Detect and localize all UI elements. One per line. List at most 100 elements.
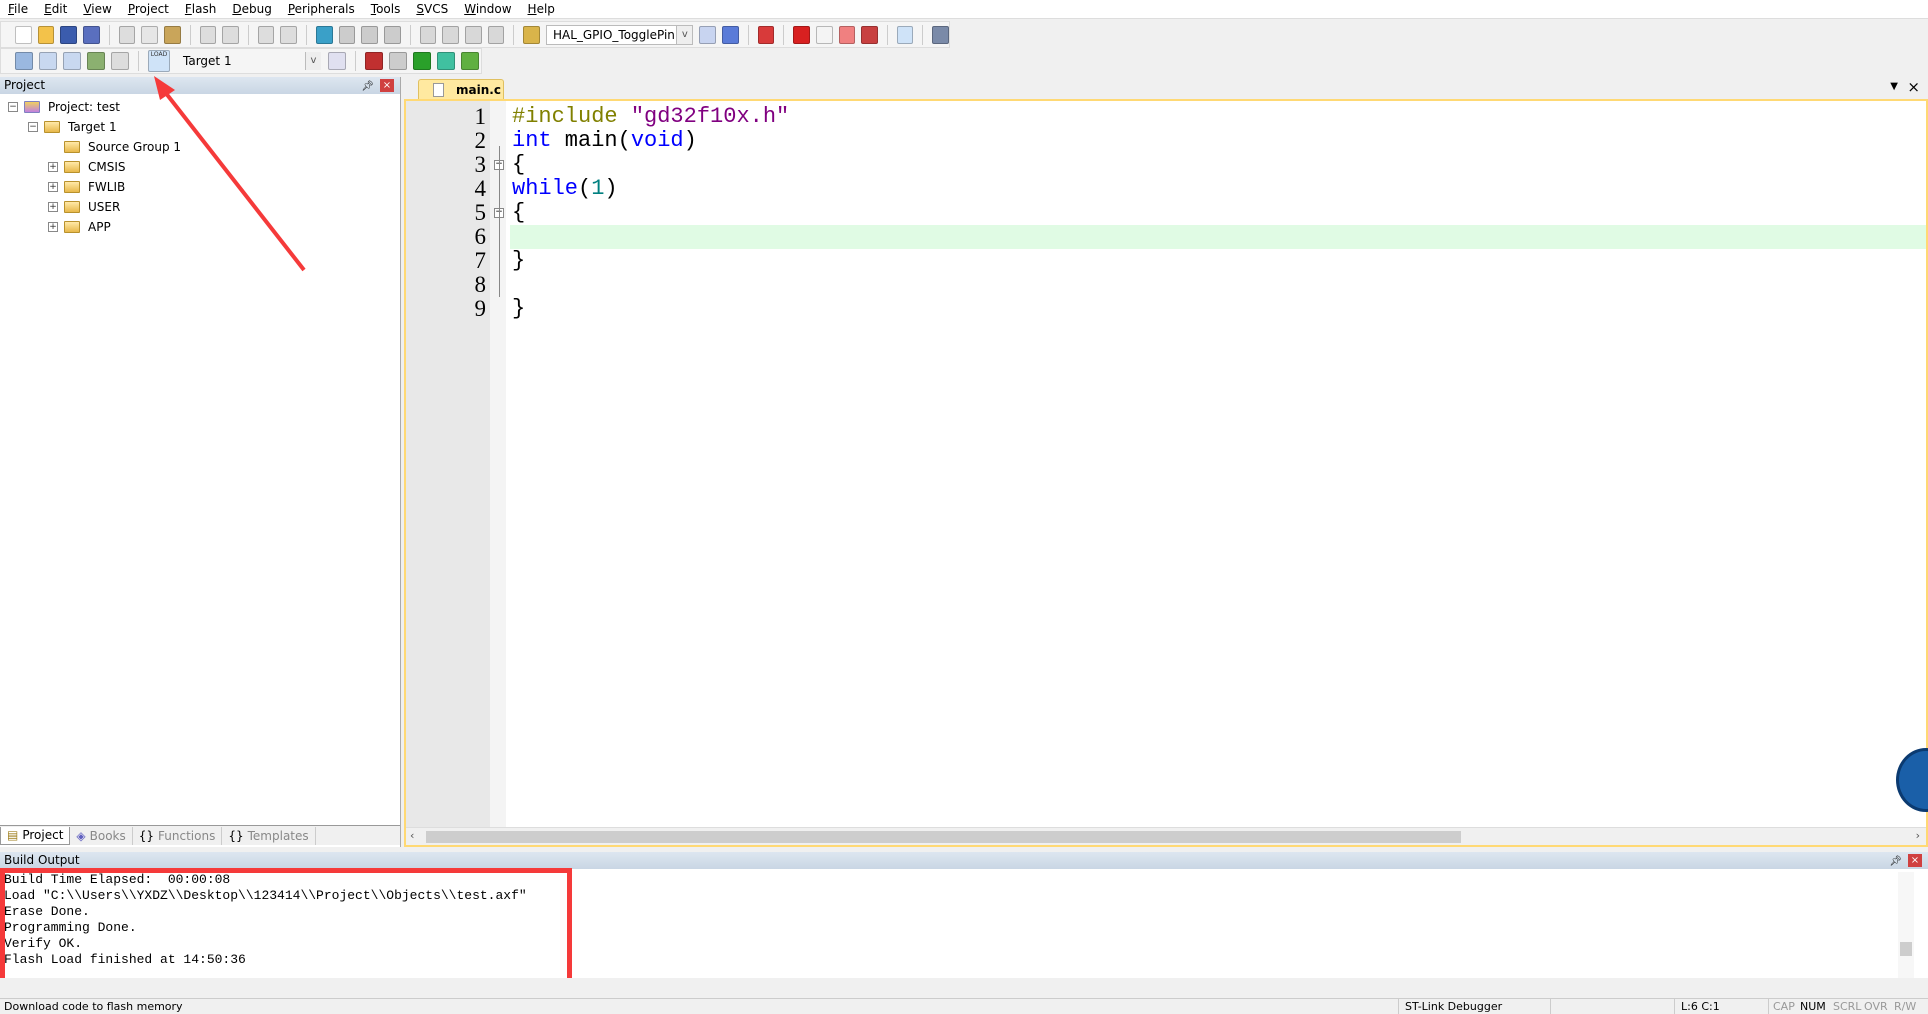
navigate-back-icon[interactable] [257,25,275,44]
status-cursor-position: L:6 C:1 [1681,1000,1720,1013]
target-options-icon[interactable] [328,52,346,70]
tree-item[interactable]: − Project: test [8,97,120,117]
open-folder-icon[interactable] [37,25,55,44]
build-output-header: Build Output 📌︎ × [0,852,1928,869]
highlight-box [0,868,572,984]
kill-all-breakpoints-icon[interactable] [861,25,878,44]
line-number: 1 [474,104,487,129]
tree-item[interactable]: + FWLIB [48,177,125,197]
collapse-icon[interactable]: − [8,102,18,112]
menu-tools[interactable]: Tools [371,2,401,16]
window-layout-icon[interactable] [896,25,914,44]
menu-flash[interactable]: Flash [185,2,216,16]
save-all-icon[interactable] [83,25,100,44]
new-file-icon[interactable] [15,25,32,44]
find-in-files-icon[interactable] [699,25,717,44]
find-combo[interactable]: HAL_GPIO_TogglePin v [545,24,694,45]
rebuild-icon[interactable] [63,52,81,70]
menu-file[interactable]: File [8,2,28,16]
tree-item[interactable]: + USER [48,197,120,217]
collapse-icon[interactable]: − [28,122,38,132]
code-line: int main(void) [512,128,697,153]
save-icon[interactable] [60,25,78,44]
pack-installer-icon[interactable] [437,52,455,70]
manage-run-time-environment-icon[interactable] [413,52,431,70]
disable-breakpoint-icon[interactable] [815,25,833,44]
copy-icon[interactable] [141,25,158,44]
close-icon[interactable]: × [380,79,394,92]
expand-icon[interactable]: + [48,222,58,232]
scrollbar-thumb[interactable] [426,831,1461,843]
uncomment-icon[interactable] [487,25,505,44]
output-horizontal-scrollbar[interactable] [0,978,1928,997]
breakpoint-icon[interactable] [793,25,810,44]
load-download-icon[interactable]: LOAD [148,50,170,72]
chevron-down-icon[interactable]: v [305,52,321,70]
project-panel-title: Project [4,78,46,92]
manage-project-items-icon[interactable] [365,52,383,70]
file-toolbar: HAL_GPIO_TogglePin v [0,21,950,48]
menu-project[interactable]: Project [128,2,169,16]
select-packs-icon[interactable] [389,52,407,70]
expand-icon[interactable]: + [48,182,58,192]
pin-icon[interactable]: 📌︎ [1889,853,1902,870]
scroll-right-icon[interactable]: › [1916,829,1920,842]
chevron-down-icon[interactable]: v [676,25,693,44]
redo-icon[interactable] [222,25,239,44]
menu-svcs[interactable]: SVCS [416,2,448,16]
clear-bookmarks-icon[interactable] [384,25,401,44]
tab-templates[interactable]: {} Templates [222,826,316,845]
batch-build-icon[interactable] [87,52,105,70]
bookmark-icon[interactable] [316,25,333,44]
menu-debug[interactable]: Debug [232,2,271,16]
tab-books[interactable]: ◈ Books [70,826,133,845]
comment-icon[interactable] [465,25,482,44]
target-combo[interactable]: Target 1 v [176,51,322,71]
unindent-icon[interactable] [442,25,460,44]
menu-view[interactable]: View [83,2,111,16]
tab-project[interactable]: ▤ Project [0,826,71,845]
line-number: 2 [474,128,487,153]
menu-window[interactable]: Window [464,2,511,16]
scrollbar-thumb[interactable] [1900,942,1912,956]
configure-icon[interactable] [932,25,950,44]
toolbar-separator [138,51,139,71]
next-bookmark-icon[interactable] [361,25,379,44]
line-number: 7 [474,248,487,273]
prev-bookmark-icon[interactable] [338,25,356,44]
toolbar-separator [886,24,888,45]
build-icon[interactable] [39,52,57,70]
close-icon[interactable]: × [1908,854,1922,867]
project-tab-icon: ▤ [7,828,19,842]
output-vertical-scrollbar[interactable] [1898,872,1914,978]
tree-item[interactable]: − Target 1 [28,117,117,137]
tab-functions[interactable]: {} Functions [133,826,223,845]
software-packs-icon[interactable] [461,52,479,70]
expand-icon[interactable]: + [48,202,58,212]
tree-item[interactable]: Source Group 1 [48,137,181,157]
code-editor[interactable]: 1#include "gd32f10x.h"2int main(void)3−{… [404,99,1928,847]
disable-all-breakpoints-icon[interactable] [838,25,856,44]
pin-icon[interactable]: 📌︎ [361,78,374,95]
cut-icon[interactable] [118,25,136,44]
incremental-find-icon[interactable] [722,25,739,44]
paste-icon[interactable] [163,25,181,44]
tab-list-dropdown-icon[interactable]: ▼ [1890,81,1898,92]
debug-session-icon[interactable] [757,25,775,44]
scroll-left-icon[interactable]: ‹ [410,829,414,842]
menu-peripherals[interactable]: Peripherals [288,2,355,16]
stop-build-icon[interactable] [111,52,129,70]
horizontal-scrollbar[interactable]: ‹ › [406,827,1926,845]
expand-icon[interactable]: + [48,162,58,172]
undo-icon[interactable] [199,25,217,44]
indent-icon[interactable] [419,25,437,44]
tree-item-label: Source Group 1 [88,140,182,154]
tab-main-c[interactable]: main.c [418,79,504,99]
tree-item[interactable]: + CMSIS [48,157,126,177]
menu-help[interactable]: Help [528,2,555,16]
menu-edit[interactable]: Edit [44,2,67,16]
tree-item[interactable]: + APP [48,217,111,237]
translate-icon[interactable] [15,52,33,70]
navigate-forward-icon[interactable] [280,25,298,44]
close-editor-icon[interactable]: × [1907,78,1920,96]
